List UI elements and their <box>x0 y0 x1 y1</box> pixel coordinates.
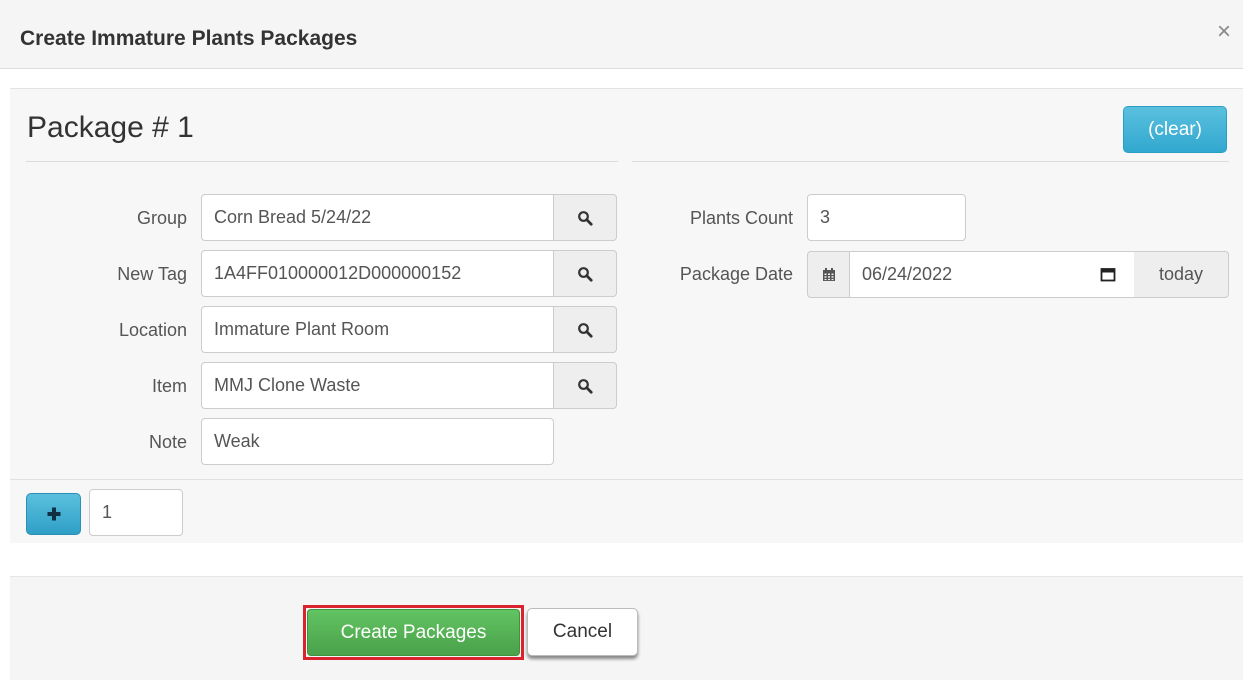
search-icon <box>578 210 593 226</box>
clear-button[interactable]: (clear) <box>1123 106 1227 153</box>
divider <box>632 161 1229 162</box>
item-label: Item <box>151 376 187 396</box>
location-label: Location <box>118 320 187 340</box>
divider <box>10 479 1243 480</box>
item-search-button[interactable] <box>554 362 617 409</box>
location-search-button[interactable] <box>554 306 617 353</box>
search-icon <box>578 378 593 394</box>
date-addon <box>807 251 850 298</box>
cancel-button[interactable]: Cancel <box>527 608 638 656</box>
search-icon <box>578 266 593 282</box>
new-tag-input[interactable]: 1A4FF010000012D000000152 <box>201 250 554 297</box>
modal-header: Create Immature Plants Packages × <box>0 0 1243 69</box>
package-title: Package # 1 <box>27 111 194 144</box>
calendar-icon <box>822 267 835 281</box>
item-input[interactable]: MMJ Clone Waste <box>201 362 554 409</box>
note-label: Note <box>148 432 187 452</box>
add-package-button[interactable] <box>26 493 81 535</box>
group-label: Group <box>136 208 187 228</box>
search-icon <box>578 322 593 338</box>
group-input[interactable]: Corn Bread 5/24/22 <box>201 194 554 241</box>
new-tag-label: New Tag <box>117 264 187 284</box>
package-panel <box>10 88 1243 543</box>
close-icon[interactable]: × <box>1217 20 1231 44</box>
plants-count-input[interactable]: 3 <box>807 194 966 241</box>
divider <box>26 161 618 162</box>
package-date-input[interactable]: 06/24/2022 <box>849 251 1135 298</box>
today-button[interactable]: today <box>1134 251 1229 298</box>
package-count-input[interactable]: 1 <box>89 489 183 536</box>
new-tag-search-button[interactable] <box>554 250 617 297</box>
modal-title: Create Immature Plants Packages <box>20 27 358 50</box>
calendar-picker-icon[interactable] <box>1100 266 1116 282</box>
group-search-button[interactable] <box>554 194 617 241</box>
package-date-label: Package Date <box>679 264 793 284</box>
package-date-value: 06/24/2022 <box>862 264 953 284</box>
create-packages-button[interactable]: Create Packages <box>307 609 520 656</box>
note-input[interactable]: Weak <box>201 418 554 465</box>
plants-count-label: Plants Count <box>689 208 793 228</box>
plus-icon <box>47 507 60 521</box>
location-input[interactable]: Immature Plant Room <box>201 306 554 353</box>
